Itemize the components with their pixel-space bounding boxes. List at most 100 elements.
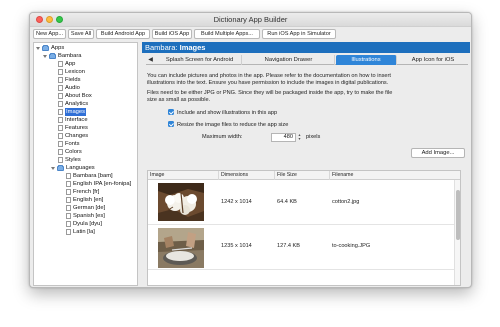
resize-images-label: Resize the image files to reduce the app… [177, 122, 289, 128]
images-table: Image Dimensions File Size Filename 1242… [147, 170, 461, 286]
tree-item-label: Analytics [65, 101, 89, 107]
app-window: Dictionary App Builder New App... Save A… [29, 12, 472, 288]
document-icon [66, 220, 71, 227]
document-icon [66, 196, 71, 203]
illustrations-panel: You can include pictures and photos in t… [146, 66, 468, 286]
expand-triangle-icon[interactable] [36, 46, 40, 50]
cooking-photo [158, 228, 204, 268]
save-all-button[interactable]: Save All [68, 29, 94, 39]
tree-item-label: Lexicon [65, 69, 85, 75]
tree-root-label: Apps [51, 45, 65, 51]
document-icon [58, 124, 63, 131]
header-app-name: Bambara [145, 43, 176, 52]
max-width-input[interactable]: 480 [271, 133, 296, 142]
new-app-button[interactable]: New App... [33, 29, 66, 39]
format-line-2: size as small as possible. [147, 97, 211, 103]
column-header-filename[interactable]: Filename [330, 171, 456, 180]
document-icon [58, 76, 63, 83]
table-row[interactable]: 1242 x 1014 64.4 KB cotton2.jpg [148, 181, 454, 225]
tree-item-label: Interface [65, 117, 88, 123]
document-icon [58, 68, 63, 75]
tab-navigation-drawer[interactable]: Navigation Drawer [243, 55, 335, 65]
table-header: Image Dimensions File Size Filename [148, 171, 460, 180]
toolbar: New App... Save All Build Android App Bu… [30, 28, 471, 40]
tree-item-label: Changes [65, 133, 89, 139]
build-multiple-apps-button[interactable]: Build Multiple Apps... [194, 29, 260, 39]
section-header: Bambara: Images [142, 42, 470, 53]
tab-splash-screen-android[interactable]: Splash Screen for Android [158, 55, 242, 65]
tab-app-icon-ios[interactable]: App Icon for iOS [398, 55, 468, 65]
folder-icon [42, 44, 49, 51]
tree-item-label: Fonts [65, 141, 80, 147]
tree-language-label: English [en] [73, 197, 104, 203]
document-icon [66, 212, 71, 219]
document-icon [66, 228, 71, 235]
tree-languages-label: Languages [66, 165, 95, 171]
resize-images-checkbox[interactable]: Resize the image files to reduce the app… [168, 121, 288, 129]
tab-scroll-left-icon[interactable]: ◀ [146, 55, 155, 65]
max-width-stepper[interactable]: ▲ ▼ [297, 133, 302, 142]
expand-triangle-icon[interactable] [43, 54, 47, 58]
document-icon [66, 172, 71, 179]
description-line-2: illustrations into the text. Ensure you … [147, 80, 389, 86]
tree-item-label: Audio [65, 85, 80, 91]
tree-item-label: About Box [65, 93, 92, 99]
tree-item-label: Styles [65, 157, 81, 163]
column-header-file-size[interactable]: File Size [275, 171, 330, 180]
document-icon [58, 148, 63, 155]
window-title: Dictionary App Builder [213, 15, 288, 24]
document-icon [58, 116, 63, 123]
tree-language-label: Spanish [es] [73, 213, 105, 219]
run-ios-simulator-button[interactable]: Run iOS App in Simulator [262, 29, 336, 39]
checkbox-checked-icon[interactable] [168, 109, 174, 116]
document-icon [58, 60, 63, 67]
document-icon [66, 204, 71, 211]
tree-item-label: Colors [65, 149, 82, 155]
checkbox-checked-icon[interactable] [168, 121, 174, 128]
build-android-app-button[interactable]: Build Android App [96, 29, 150, 39]
max-width-label: Maximum width: [202, 134, 243, 140]
include-illustrations-label: Include and show illustrations in this a… [177, 110, 278, 116]
tree-language-label: Bambara [bam] [73, 173, 113, 179]
column-header-image[interactable]: Image [148, 171, 219, 180]
cell-file-size: 127.4 KB [277, 243, 301, 249]
folder-icon [57, 164, 64, 171]
column-header-dimensions[interactable]: Dimensions [219, 171, 275, 180]
include-illustrations-checkbox[interactable]: Include and show illustrations in this a… [168, 109, 277, 117]
document-icon [58, 156, 63, 163]
tree-language-label: German [de] [73, 205, 106, 211]
tab-illustrations[interactable]: Illustrations [336, 55, 397, 65]
document-icon [58, 92, 63, 99]
format-line-1: Files need to be either JPG or PNG. Sinc… [147, 90, 393, 96]
cell-dimensions: 1235 x 1014 [221, 243, 252, 249]
tree-item-label: App [65, 61, 76, 67]
tree-language-label: English IPA [en-fonipa] [73, 181, 132, 187]
tab-strip: ◀ Splash Screen for Android Navigation D… [146, 55, 468, 65]
cell-file-size: 64.4 KB [277, 199, 297, 205]
tree-app-label: Bambara [58, 53, 82, 59]
document-icon [66, 188, 71, 195]
title-bar: Dictionary App Builder [30, 13, 471, 27]
document-icon [58, 100, 63, 107]
tree-language-label: French [fr] [73, 189, 100, 195]
cell-dimensions: 1242 x 1014 [221, 199, 252, 205]
document-icon [66, 180, 71, 187]
build-ios-app-button[interactable]: Build iOS App [152, 29, 192, 39]
tree-item-label: Fields [65, 77, 81, 83]
tree-language-label: Dyula [dyu] [73, 221, 102, 227]
table-scrollbar-thumb[interactable] [456, 190, 460, 240]
max-width-unit: pixels [306, 134, 321, 140]
header-section-name: Images [179, 43, 206, 52]
description-line-1: You can include pictures and photos in t… [147, 73, 391, 79]
table-row[interactable]: 1235 x 1014 127.4 KB to-cooking.JPG [148, 226, 454, 270]
expand-triangle-icon[interactable] [51, 166, 55, 170]
table-scrollbar[interactable] [454, 180, 460, 285]
cotton-photo [158, 183, 204, 221]
add-image-button[interactable]: Add Image... [411, 148, 465, 158]
tree-item-label: Features [65, 125, 88, 131]
cell-filename: cotton2.jpg [332, 199, 360, 205]
cell-filename: to-cooking.JPG [332, 243, 371, 249]
project-tree: Apps Bambara App Lexicon Fields Audio About … [33, 42, 138, 286]
folder-icon [49, 52, 56, 59]
tree-item-label: Images [65, 108, 87, 116]
